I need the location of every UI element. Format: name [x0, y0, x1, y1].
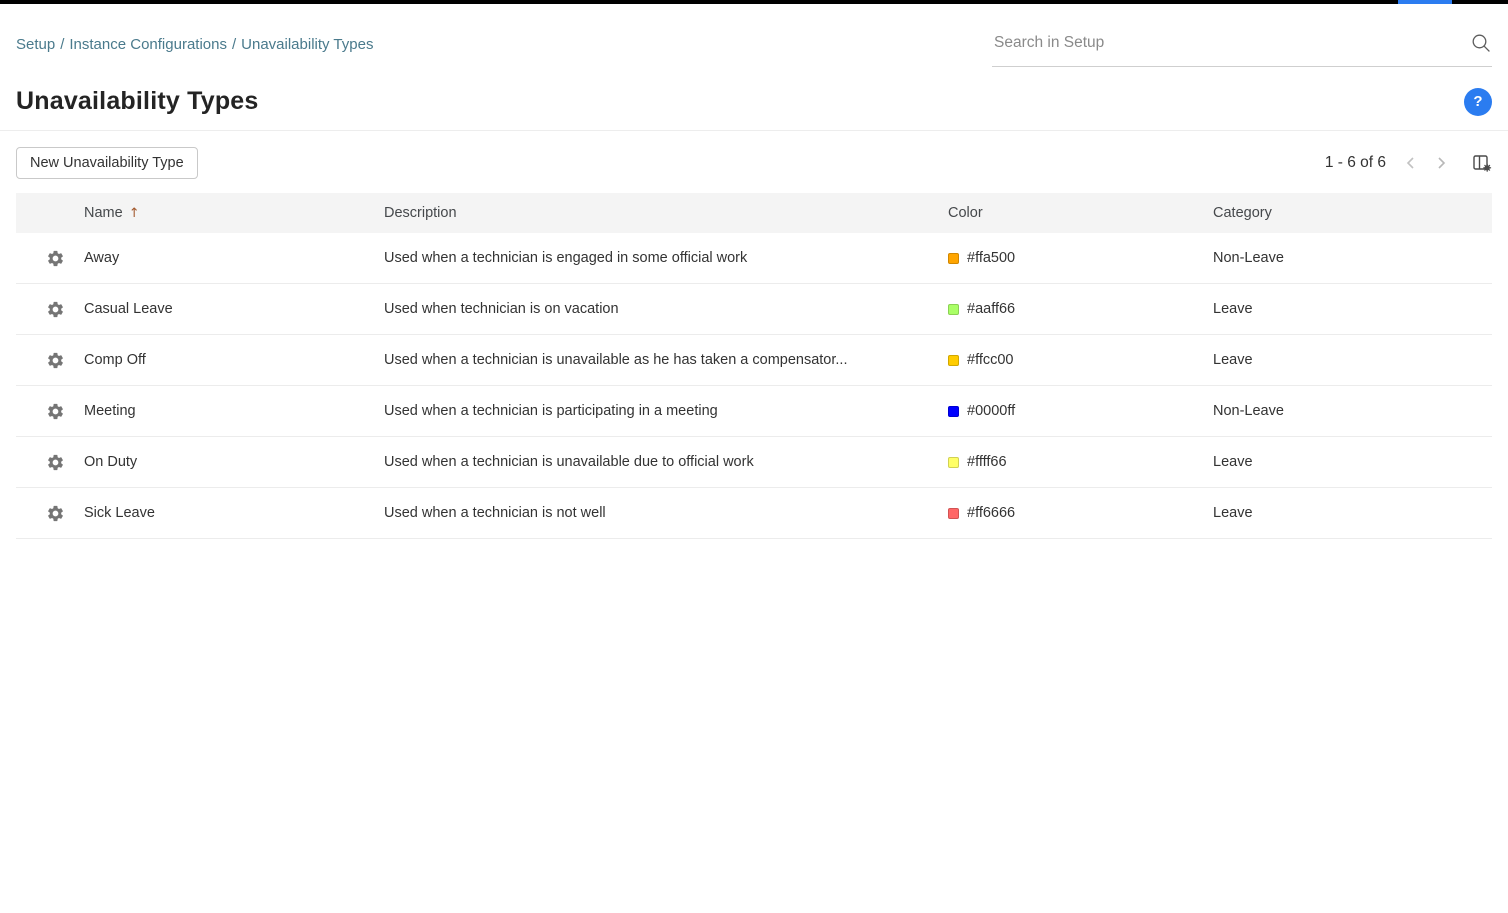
row-name: Meeting — [84, 403, 136, 419]
next-page-button[interactable] — [1432, 154, 1450, 172]
row-category: Leave — [1213, 301, 1253, 317]
breadcrumb-separator: / — [60, 36, 65, 53]
row-category: Non-Leave — [1213, 403, 1284, 419]
gear-icon — [48, 505, 63, 521]
color-swatch — [948, 405, 959, 417]
row-name: Casual Leave — [84, 301, 173, 317]
color-swatch — [948, 456, 959, 468]
gear-icon — [48, 250, 63, 266]
column-customize-icon — [1473, 155, 1492, 172]
column-customize-button[interactable] — [1472, 153, 1492, 173]
row-category: Leave — [1213, 505, 1253, 521]
gear-icon — [48, 403, 63, 419]
color-swatch — [948, 252, 959, 264]
color-hex: #aaff66 — [967, 301, 1016, 317]
row-actions-button[interactable] — [16, 453, 84, 472]
row-description: Used when a technician is unavailable as… — [384, 352, 848, 368]
search-icon — [1472, 34, 1490, 52]
unavailability-types-table: Name ↑ Description Color Category Away Us… — [16, 193, 1492, 539]
row-actions-button[interactable] — [16, 249, 84, 268]
breadcrumb-item-instance-configurations[interactable]: Instance Configurations — [69, 36, 227, 53]
row-name: Away — [84, 250, 120, 266]
header-cell-description[interactable]: Description — [384, 205, 948, 221]
new-unavailability-type-button[interactable]: New Unavailability Type — [16, 147, 198, 179]
gear-icon — [48, 454, 63, 470]
header-cell-name[interactable]: Name ↑ — [84, 205, 384, 221]
row-name: Comp Off — [84, 352, 146, 368]
header-cell-category[interactable]: Category — [1213, 205, 1492, 221]
gear-icon — [48, 301, 63, 317]
search-button[interactable] — [1462, 32, 1492, 54]
row-description: Used when technician is on vacation — [384, 301, 619, 317]
table-row[interactable]: Away Used when a technician is engaged i… — [16, 233, 1492, 284]
top-bar-accent — [1398, 0, 1452, 4]
table-row[interactable]: Comp Off Used when a technician is unava… — [16, 335, 1492, 386]
row-category: Non-Leave — [1213, 250, 1284, 266]
row-description: Used when a technician is unavailable du… — [384, 454, 754, 470]
table-row[interactable]: Casual Leave Used when technician is on … — [16, 284, 1492, 335]
help-button[interactable]: ? — [1464, 87, 1492, 116]
header-cell-color[interactable]: Color — [948, 205, 1213, 221]
toolbar: New Unavailability Type 1 - 6 of 6 — [0, 131, 1508, 179]
color-swatch — [948, 354, 959, 366]
color-hex: #ffff66 — [967, 454, 1007, 470]
row-actions-button[interactable] — [16, 402, 84, 421]
pagination-label: 1 - 6 of 6 — [1324, 154, 1386, 171]
pagination: 1 - 6 of 6 — [1325, 153, 1492, 173]
table-row[interactable]: On Duty Used when a technician is unavai… — [16, 437, 1492, 488]
setup-search — [992, 32, 1492, 67]
color-hex: #ffa500 — [967, 250, 1016, 266]
chevron-left-icon — [1406, 157, 1414, 169]
table-header: Name ↑ Description Color Category — [16, 193, 1492, 233]
previous-page-button[interactable] — [1402, 154, 1420, 172]
page-title: Unavailability Types — [16, 87, 259, 115]
sort-ascending-icon: ↑ — [128, 206, 140, 221]
breadcrumb-item-unavailability-types: Unavailability Types — [241, 36, 374, 53]
breadcrumb-item-setup[interactable]: Setup — [16, 36, 55, 53]
page-header: Setup / Instance Configurations / Unavailabi… — [0, 4, 1508, 131]
breadcrumb-separator: / — [231, 36, 237, 53]
gear-icon — [48, 352, 63, 368]
color-hex: #0000ff — [967, 403, 1016, 419]
color-hex: #ff6666 — [967, 505, 1016, 521]
row-name: Sick Leave — [84, 505, 155, 521]
row-actions-button[interactable] — [16, 351, 84, 370]
color-swatch — [948, 507, 959, 519]
row-name: On Duty — [84, 454, 138, 470]
table-row[interactable]: Meeting Used when a technician is partic… — [16, 386, 1492, 437]
color-hex: #ffcc00 — [967, 352, 1014, 368]
row-actions-button[interactable] — [16, 504, 84, 523]
row-category: Leave — [1213, 352, 1253, 368]
color-swatch — [948, 303, 959, 315]
row-actions-button[interactable] — [16, 300, 84, 319]
row-category: Leave — [1213, 454, 1253, 470]
row-description: Used when a technician is participating … — [384, 403, 718, 419]
breadcrumb: Setup / Instance Configurations / Unavailabi… — [16, 30, 373, 53]
search-input[interactable] — [992, 33, 1462, 53]
top-bar — [0, 0, 1508, 4]
table-row[interactable]: Sick Leave Used when a technician is not… — [16, 488, 1492, 539]
chevron-right-icon — [1438, 157, 1446, 169]
table-body: Away Used when a technician is engaged i… — [16, 233, 1492, 539]
row-description: Used when a technician is not well — [384, 505, 606, 521]
row-description: Used when a technician is engaged in som… — [384, 250, 748, 266]
